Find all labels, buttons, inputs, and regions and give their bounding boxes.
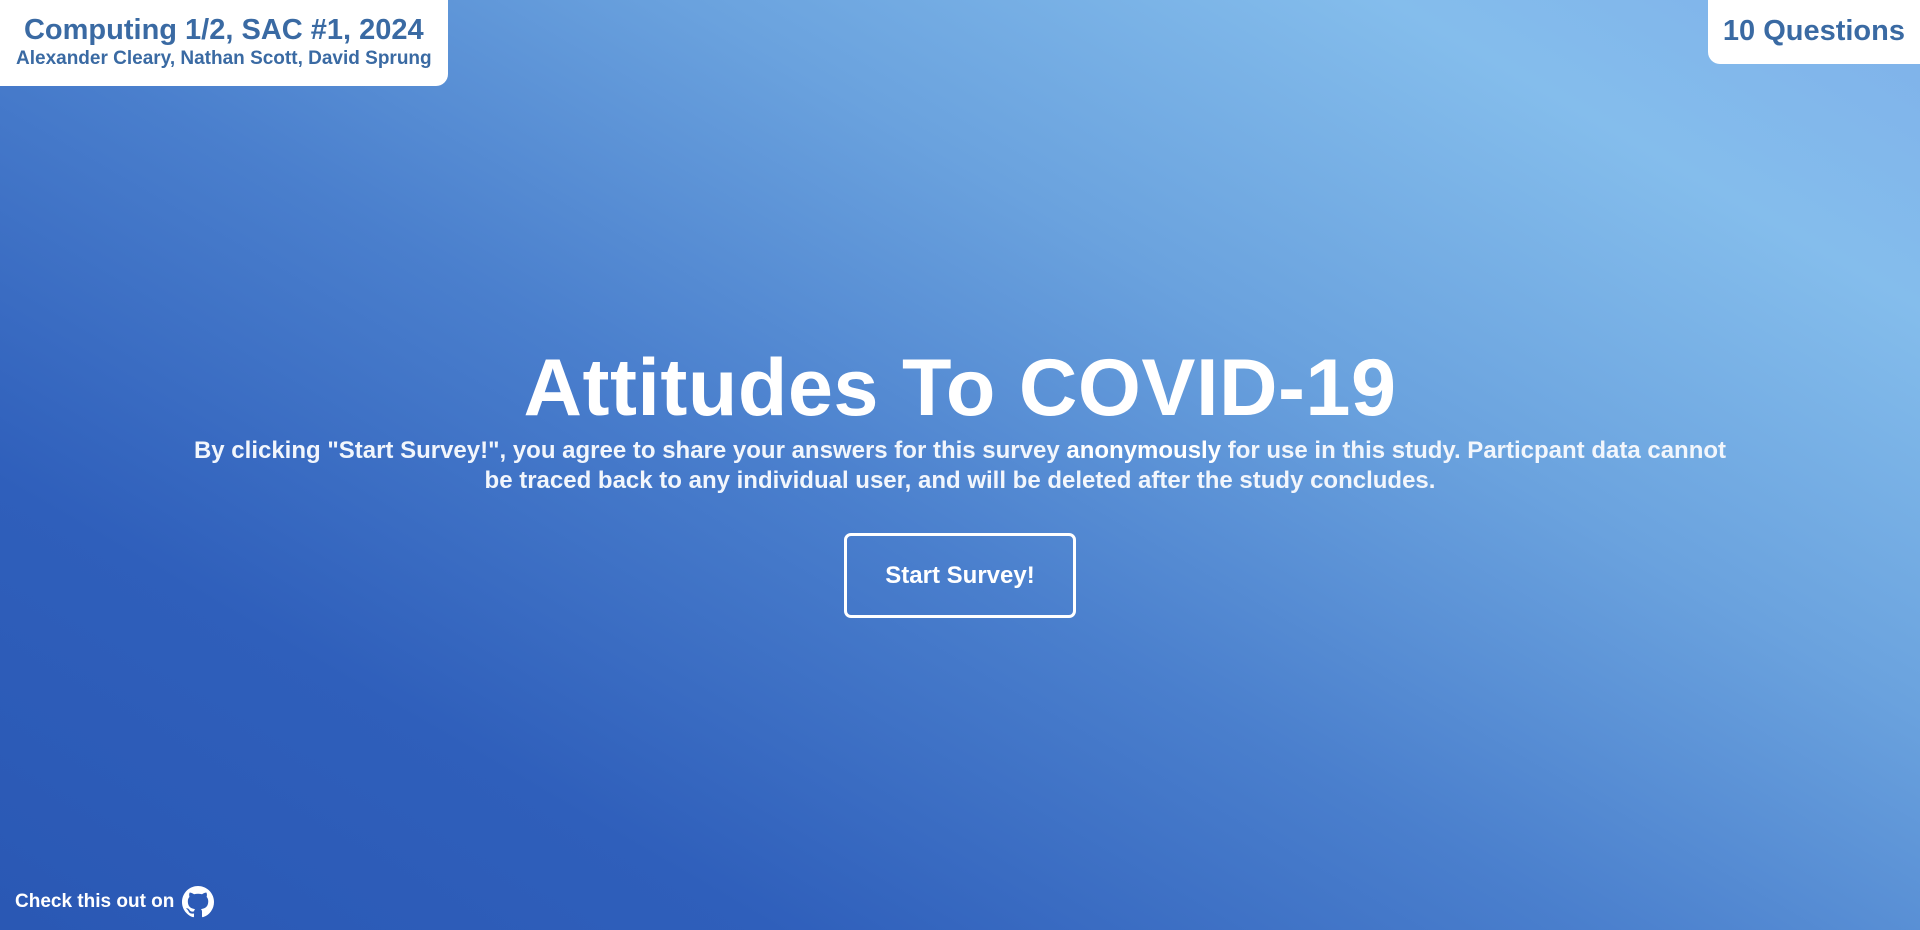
authors-line: Alexander Cleary, Nathan Scott, David Sp… (16, 48, 432, 69)
credits-card: Computing 1/2, SAC #1, 2024 Alexander Cl… (0, 0, 448, 86)
start-survey-button[interactable]: Start Survey! (844, 533, 1076, 618)
consent-disclaimer: By clicking "Start Survey!", you agree t… (180, 436, 1740, 496)
github-icon[interactable] (182, 886, 215, 918)
github-link[interactable]: Check this out on (15, 886, 215, 918)
page-title: Attitudes To COVID-19 (523, 343, 1397, 433)
course-title: Computing 1/2, SAC #1, 2024 (23, 14, 424, 46)
question-count-badge: 10 Questions (1707, 0, 1920, 64)
disclaimer-emphasis: anonymously (1066, 437, 1222, 464)
hero-section: Attitudes To COVID-19 By clicking "Start… (0, 340, 1920, 496)
disclaimer-text-start: By clicking "Start Survey!", you agree t… (193, 437, 1067, 464)
github-link-label: Check this out on (15, 891, 175, 912)
